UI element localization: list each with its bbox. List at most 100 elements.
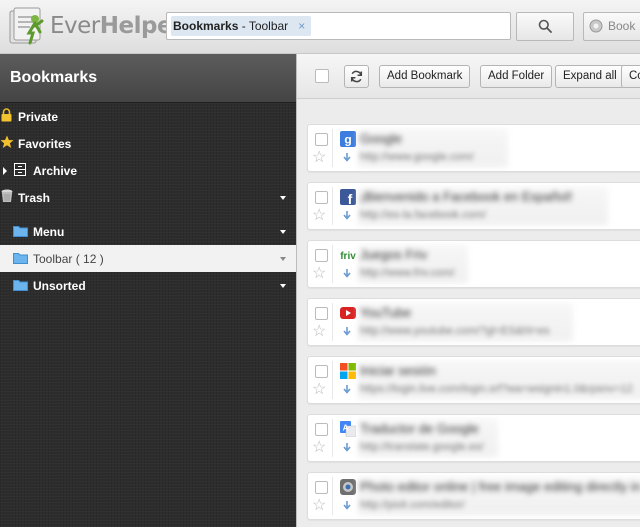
bookmark-checkbox[interactable] [315, 249, 328, 262]
sidebar-item-unsorted[interactable]: Unsorted [0, 272, 296, 299]
card-divider [332, 245, 333, 283]
search-tag-folder: Bookmarks [173, 19, 239, 33]
sidebar-item-label: Unsorted [33, 279, 86, 293]
sidebar-item-archive[interactable]: Archive [0, 157, 296, 184]
refresh-button[interactable] [344, 65, 369, 88]
add-folder-button[interactable]: Add Folder [480, 65, 553, 88]
everhelper-small-icon [589, 19, 603, 33]
bookmark-checkbox[interactable] [315, 481, 328, 494]
svg-text:friv: friv [340, 251, 356, 262]
sidebar-header: Bookmarks [0, 54, 296, 103]
card-divider [332, 419, 333, 457]
bookmark-checkbox[interactable] [315, 307, 328, 320]
download-arrow-icon[interactable] [343, 327, 351, 336]
dropdown-caret-icon[interactable] [280, 257, 286, 261]
svg-text:f: f [348, 191, 353, 205]
bookmark-title[interactable]: Juegos Friv [360, 247, 427, 262]
dropdown-caret-icon[interactable] [280, 284, 286, 288]
sidebar-item-label: Toolbar ( 12 ) [33, 252, 104, 266]
search-input[interactable]: Bookmarks - Toolbar × [166, 12, 511, 40]
bookmarks-toolbar: Add Bookmark Add Folder Expand all Co [297, 54, 640, 99]
search-tag-subfolder: - Toolbar [238, 19, 289, 33]
everhelper-logo[interactable]: EverHelper [8, 5, 183, 47]
favorite-star-icon[interactable]: ☆ [312, 324, 326, 340]
card-divider [332, 361, 333, 399]
sidebar-item-label: Menu [33, 225, 65, 239]
bookmark-card[interactable]: ☆ A Traductor de Google http://translate… [307, 414, 640, 462]
bookmark-card[interactable]: ☆ Iniciar sesión https://login.live.com/… [307, 356, 640, 404]
bookmark-checkbox[interactable] [315, 191, 328, 204]
bookmark-card[interactable]: ☆ Photo editor online | free image editi… [307, 472, 640, 520]
bookmark-checkbox[interactable] [315, 365, 328, 378]
youtube-icon [340, 307, 356, 319]
search-button[interactable] [516, 12, 574, 41]
bookmark-url: http://www.youtube.com/?gl=ES&hl=es [360, 325, 550, 337]
download-arrow-icon[interactable] [343, 269, 351, 278]
bookmarks-dropdown-label: Book [608, 19, 636, 33]
expand-all-button[interactable]: Expand all [555, 65, 625, 88]
favorite-star-icon[interactable]: ☆ [312, 208, 326, 224]
bookmark-title[interactable]: Google [360, 131, 402, 146]
add-bookmark-button[interactable]: Add Bookmark [379, 65, 471, 88]
dropdown-caret-icon[interactable] [280, 230, 286, 234]
google-icon: g [340, 131, 356, 147]
sidebar-item-toolbar[interactable]: Toolbar ( 12 ) [0, 245, 296, 272]
friv-icon: friv [340, 251, 356, 262]
card-divider [332, 303, 333, 341]
download-arrow-icon[interactable] [343, 153, 351, 162]
top-bar: EverHelper Bookmarks - Toolbar × Book [0, 0, 640, 54]
refresh-icon [350, 70, 363, 83]
download-arrow-icon[interactable] [343, 211, 351, 220]
sidebar-item-favorites[interactable]: Favorites [0, 130, 296, 157]
svg-text:g: g [344, 133, 351, 147]
dropdown-caret-icon[interactable] [280, 196, 286, 200]
sidebar-item-private[interactable]: Private [0, 103, 296, 130]
bookmark-title[interactable]: Iniciar sesión [360, 363, 436, 378]
favorite-star-icon[interactable]: ☆ [312, 266, 326, 282]
bookmark-url: http://es-la.facebook.com/ [360, 209, 486, 221]
folder-icon [13, 226, 28, 237]
bookmark-title[interactable]: ¡Bienvenido a Facebook en Español! [360, 189, 572, 204]
card-divider [332, 477, 333, 515]
bookmark-card[interactable]: ☆ friv Juegos Friv http://www.friv.com/ [307, 240, 640, 288]
facebook-icon: f [340, 189, 356, 205]
sidebar-item-label: Favorites [18, 137, 72, 151]
bookmark-url: http://www.google.com/ [360, 151, 474, 163]
card-divider [332, 129, 333, 167]
expand-arrow-icon[interactable] [3, 167, 7, 175]
favorite-star-icon[interactable]: ☆ [312, 382, 326, 398]
bookmark-title[interactable]: Traductor de Google [360, 421, 479, 436]
sidebar-title: Bookmarks [10, 69, 98, 86]
collapse-all-button[interactable]: Co [621, 65, 640, 88]
favorite-star-icon[interactable]: ☆ [312, 440, 326, 456]
select-all-checkbox[interactable] [315, 69, 329, 83]
download-arrow-icon[interactable] [343, 385, 351, 394]
search-icon [538, 19, 552, 33]
download-arrow-icon[interactable] [343, 443, 351, 452]
folder-icon [13, 253, 28, 264]
translate-icon: A [340, 421, 356, 437]
sidebar-item-trash[interactable]: Trash [0, 184, 296, 211]
bookmark-checkbox[interactable] [315, 133, 328, 146]
bookmark-url: https://login.live.com/login.srf?wa=wsig… [360, 383, 633, 395]
bookmark-card[interactable]: ☆ f ¡Bienvenido a Facebook en Español! h… [307, 182, 640, 230]
lock-icon [1, 108, 12, 122]
remove-tag-icon[interactable]: × [298, 19, 305, 33]
sidebar-item-menu[interactable]: Menu [0, 218, 296, 245]
favorite-star-icon[interactable]: ☆ [312, 498, 326, 514]
archive-icon [14, 163, 26, 176]
bookmark-checkbox[interactable] [315, 423, 328, 436]
bookmark-card[interactable]: ☆ g Google http://www.google.com/ [307, 124, 640, 172]
logo-text: EverHelper [50, 13, 183, 39]
pixlr-icon [340, 479, 356, 495]
bookmarks-dropdown-button[interactable]: Book [583, 12, 640, 41]
svg-text:A: A [343, 424, 349, 433]
download-arrow-icon[interactable] [343, 501, 351, 510]
bookmark-title[interactable]: YouTube [360, 305, 411, 320]
card-divider [332, 187, 333, 225]
everhelper-logo-icon [9, 7, 44, 45]
bookmark-title[interactable]: Photo editor online | free image editing… [360, 479, 640, 494]
favorite-star-icon[interactable]: ☆ [312, 150, 326, 166]
bookmark-card[interactable]: ☆ YouTube http://www.youtube.com/?gl=ES&… [307, 298, 640, 346]
bookmark-url: http://pixlr.com/editor/ [360, 499, 465, 511]
